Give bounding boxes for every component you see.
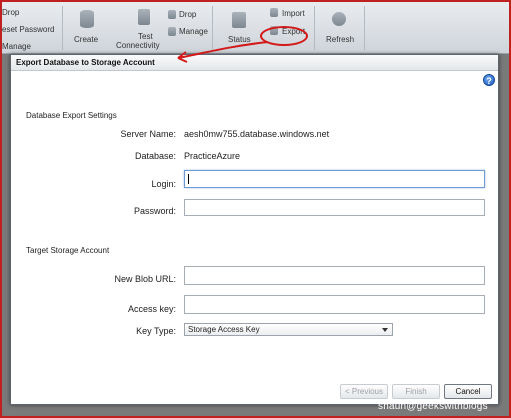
blob-url-input[interactable] bbox=[184, 266, 485, 285]
cancel-button[interactable]: Cancel bbox=[444, 384, 492, 399]
chevron-down-icon bbox=[382, 328, 388, 332]
ribbon-manage-left[interactable]: Manage bbox=[2, 42, 31, 51]
ribbon-refresh[interactable]: Refresh bbox=[326, 35, 354, 44]
server-name-label: Server Name: bbox=[120, 129, 176, 139]
storage-section-title: Target Storage Account bbox=[26, 246, 110, 255]
export-database-dialog: Export Database to Storage Account ? Dat… bbox=[10, 54, 499, 405]
key-type-selected-value: Storage Access Key bbox=[188, 325, 260, 334]
key-type-select[interactable]: Storage Access Key bbox=[184, 323, 393, 336]
annotation-arrow bbox=[177, 41, 269, 63]
refresh-icon bbox=[332, 12, 346, 26]
ribbon-import[interactable]: Import bbox=[282, 9, 305, 18]
password-input[interactable] bbox=[184, 199, 485, 216]
server-name-value: aesh0mw755.database.windows.net bbox=[184, 129, 330, 139]
ribbon-reset-password[interactable]: eset Password bbox=[2, 25, 54, 34]
ribbon-drop-left[interactable]: Drop bbox=[2, 8, 19, 17]
finish-button[interactable]: Finish bbox=[392, 384, 440, 399]
ribbon-separator bbox=[314, 6, 315, 50]
test-connectivity-icon bbox=[138, 9, 150, 25]
database-value: PracticeAzure bbox=[184, 151, 241, 161]
manage-icon bbox=[168, 27, 176, 36]
login-label: Login: bbox=[151, 179, 176, 189]
password-label: Password: bbox=[133, 206, 176, 216]
previous-button[interactable]: < Previous bbox=[340, 384, 388, 399]
watermark: shaun@geekswithblogs bbox=[378, 401, 488, 412]
ribbon-separator bbox=[364, 6, 365, 50]
export-settings-section-title: Database Export Settings bbox=[26, 111, 117, 120]
access-key-input[interactable] bbox=[184, 295, 485, 314]
ribbon-manage[interactable]: Manage bbox=[179, 27, 208, 36]
database-icon bbox=[80, 10, 94, 28]
blob-url-label: New Blob URL: bbox=[114, 274, 176, 284]
text-caret bbox=[188, 174, 189, 184]
login-input[interactable] bbox=[184, 170, 485, 188]
ribbon-drop[interactable]: Drop bbox=[179, 10, 196, 19]
database-label: Database: bbox=[134, 151, 176, 161]
help-icon[interactable]: ? bbox=[483, 74, 495, 86]
key-type-label: Key Type: bbox=[136, 326, 176, 336]
ribbon-separator bbox=[62, 6, 63, 50]
import-icon bbox=[270, 8, 278, 17]
status-icon bbox=[232, 12, 246, 28]
background-panel-right bbox=[499, 54, 509, 416]
dialog-title: Export Database to Storage Account bbox=[16, 58, 155, 67]
ribbon-create[interactable]: Create bbox=[74, 35, 98, 44]
drop-icon bbox=[168, 10, 176, 19]
access-key-label: Access key: bbox=[127, 304, 176, 314]
